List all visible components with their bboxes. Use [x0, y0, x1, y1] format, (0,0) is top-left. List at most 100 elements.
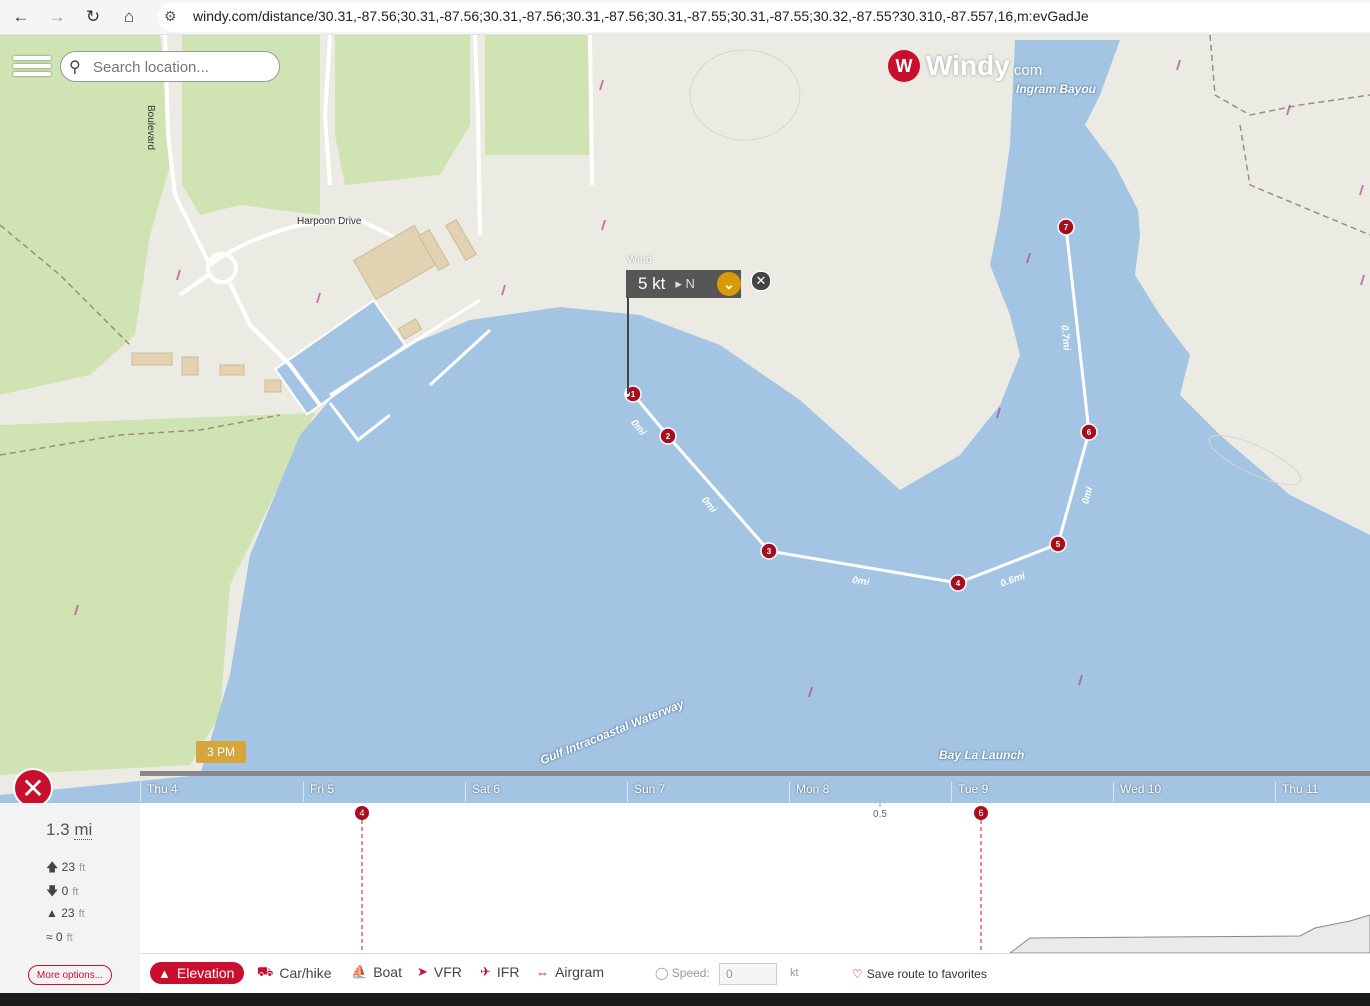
mode-label: IFR [496, 964, 520, 980]
speed-label: Speed: [671, 966, 710, 980]
close-route-button[interactable]: ✕ [13, 768, 53, 808]
speed-unit: kt [790, 967, 799, 979]
stat-unit: ft [72, 886, 79, 898]
url-text[interactable]: windy.com/distance/30.31,-87.56;30.31,-8… [193, 8, 1089, 24]
jet-icon: ✈ [480, 964, 491, 979]
os-taskbar [0, 993, 1370, 1006]
search-icon: ⚲ [69, 59, 81, 76]
profile-scale-label: 0.5 [873, 809, 887, 820]
map-canvas: 1 2 3 4 5 6 7 0mi 0mi 0mi 0.6mi 0mi 0.7m… [0, 35, 1370, 803]
waypoint-number: 4 [956, 579, 961, 588]
search-input[interactable] [91, 58, 275, 77]
popup-stem [627, 298, 629, 394]
descent-stat: 🡇 0 ft [46, 884, 79, 898]
wind-speed: 5 kt [638, 274, 666, 293]
profile-marker-number: 6 [978, 808, 983, 818]
max-value: 23 [61, 906, 75, 920]
back-icon[interactable]: ← [8, 4, 34, 30]
wind-direction: ▸ N [675, 276, 695, 291]
mode-boat[interactable]: ⛵ Boat [351, 964, 402, 980]
airgram-icon: ⇔ [536, 964, 549, 980]
road-label: Harpoon Drive [297, 216, 362, 227]
save-favorites-button[interactable]: ♡ Save route to favorites [852, 967, 987, 981]
stat-unit: ft [66, 932, 73, 944]
park-area [335, 35, 470, 185]
plane-icon: ➤ [417, 964, 428, 979]
wind-popup: 5 kt ▸ N ⌄ [626, 270, 741, 298]
forward-icon[interactable]: → [44, 4, 70, 30]
timeline-bar[interactable] [140, 771, 1370, 776]
mode-label: Airgram [555, 964, 605, 980]
waypoint-number: 6 [1087, 428, 1092, 437]
elevation-profile[interactable]: 4 6 0.5 [140, 803, 1370, 954]
windy-logo[interactable]: W Windy .com [888, 49, 1042, 83]
distance-value: 1.3 [46, 820, 70, 839]
stat-unit: ft [79, 862, 86, 874]
mode-elevation[interactable]: ▲ Elevation [150, 962, 245, 984]
mode-label: Car/hike [279, 965, 332, 981]
place-label: Ingram Bayou [1016, 82, 1097, 96]
reload-icon[interactable]: ↻ [80, 4, 106, 30]
timeline-day[interactable]: Fri 5 [303, 782, 334, 802]
mode-carhike[interactable]: ⛟ Car/hike [257, 964, 332, 982]
favorites-label: Save route to favorites [866, 967, 987, 981]
road-label: Boulevard [145, 105, 156, 151]
max-stat: ▲ 23 ft [46, 906, 85, 920]
mode-label: Boat [373, 964, 402, 980]
profile-marker-number: 4 [359, 808, 364, 818]
waypoint-number: 3 [767, 547, 772, 556]
timeline-day[interactable]: Wed 10 [1113, 782, 1161, 802]
timeline-day[interactable]: Sat 6 [465, 782, 500, 802]
distance-unit[interactable]: mi [74, 820, 93, 840]
ascent-value: 23 [61, 860, 76, 874]
route-mode-bar: ▲ Elevation ⛟ Car/hike ⛵ Boat ➤ VFR ✈ IFR ⇔ Ai… [140, 953, 1370, 994]
waypoint-number: 5 [1056, 540, 1061, 549]
wind-label: Wind [627, 254, 653, 266]
place-label: Bay La Launch [939, 748, 1025, 762]
close-popup-icon[interactable]: ✕ [751, 271, 771, 291]
waypoint-number: 1 [631, 390, 636, 399]
elevation-area [1008, 914, 1370, 954]
chevron-down-icon[interactable]: ⌄ [717, 272, 741, 296]
waypoint-number: 7 [1064, 223, 1069, 232]
descent-value: 0 [61, 884, 69, 898]
ascent-stat: 🡅 23 ft [46, 860, 86, 874]
speed-toggle[interactable]: ◯ Speed: [655, 966, 710, 980]
timeline-day[interactable]: Thu 11 [1275, 782, 1318, 802]
park-area [0, 35, 170, 395]
mode-ifr[interactable]: ✈ IFR [480, 964, 519, 980]
search-box[interactable]: ⚲ [60, 51, 280, 82]
browser-toolbar: ← → ↻ ⌂ ⚙ windy.com/distance/30.31,-87.5… [0, 0, 1370, 35]
timeline-day[interactable]: Sun 7 [627, 782, 665, 802]
timeline-day[interactable]: Tue 9 [951, 782, 988, 802]
timeline-day[interactable]: Thu 4 [140, 782, 178, 802]
timeline-day[interactable]: Mon 8 [789, 782, 829, 802]
more-options-button[interactable]: More options... [28, 965, 112, 985]
wind-direction-text: N [685, 276, 695, 291]
car-icon: ⛟ [257, 964, 274, 979]
stat-unit: ft [78, 908, 85, 920]
park-area [485, 35, 590, 155]
boat-icon: ⛵ [351, 964, 368, 979]
site-info-icon[interactable]: ⚙ [164, 8, 177, 25]
home-icon[interactable]: ⌂ [116, 4, 142, 30]
mode-label: Elevation [176, 965, 235, 981]
mode-label: VFR [433, 964, 462, 980]
windy-logo-icon: W [888, 50, 920, 82]
mode-vfr[interactable]: ➤ VFR [417, 964, 462, 980]
heart-icon: ♡ [852, 967, 863, 981]
mountain-icon: ▲ [158, 965, 171, 981]
logo-word: Windy [926, 50, 1010, 81]
waypoint-number: 2 [666, 432, 671, 441]
current-time-badge[interactable]: 3 PM [196, 741, 246, 763]
timeline[interactable]: Thu 4 Fri 5 Sat 6 Sun 7 Mon 8 Tue 9 Wed … [140, 771, 1370, 803]
logo-com: .com [1009, 61, 1043, 79]
min-stat: ≈ 0 ft [46, 930, 73, 944]
min-value: 0 [55, 930, 63, 944]
route-distance: 1.3 mi [46, 820, 93, 840]
speed-input[interactable]: 0 [719, 963, 777, 985]
mode-airgram[interactable]: ⇔ Airgram [536, 964, 604, 980]
menu-icon[interactable] [13, 52, 51, 82]
segment-label: 0.7mi [1058, 324, 1071, 351]
map[interactable]: 1 2 3 4 5 6 7 0mi 0mi 0mi 0.6mi 0mi 0.7m… [0, 35, 1370, 803]
